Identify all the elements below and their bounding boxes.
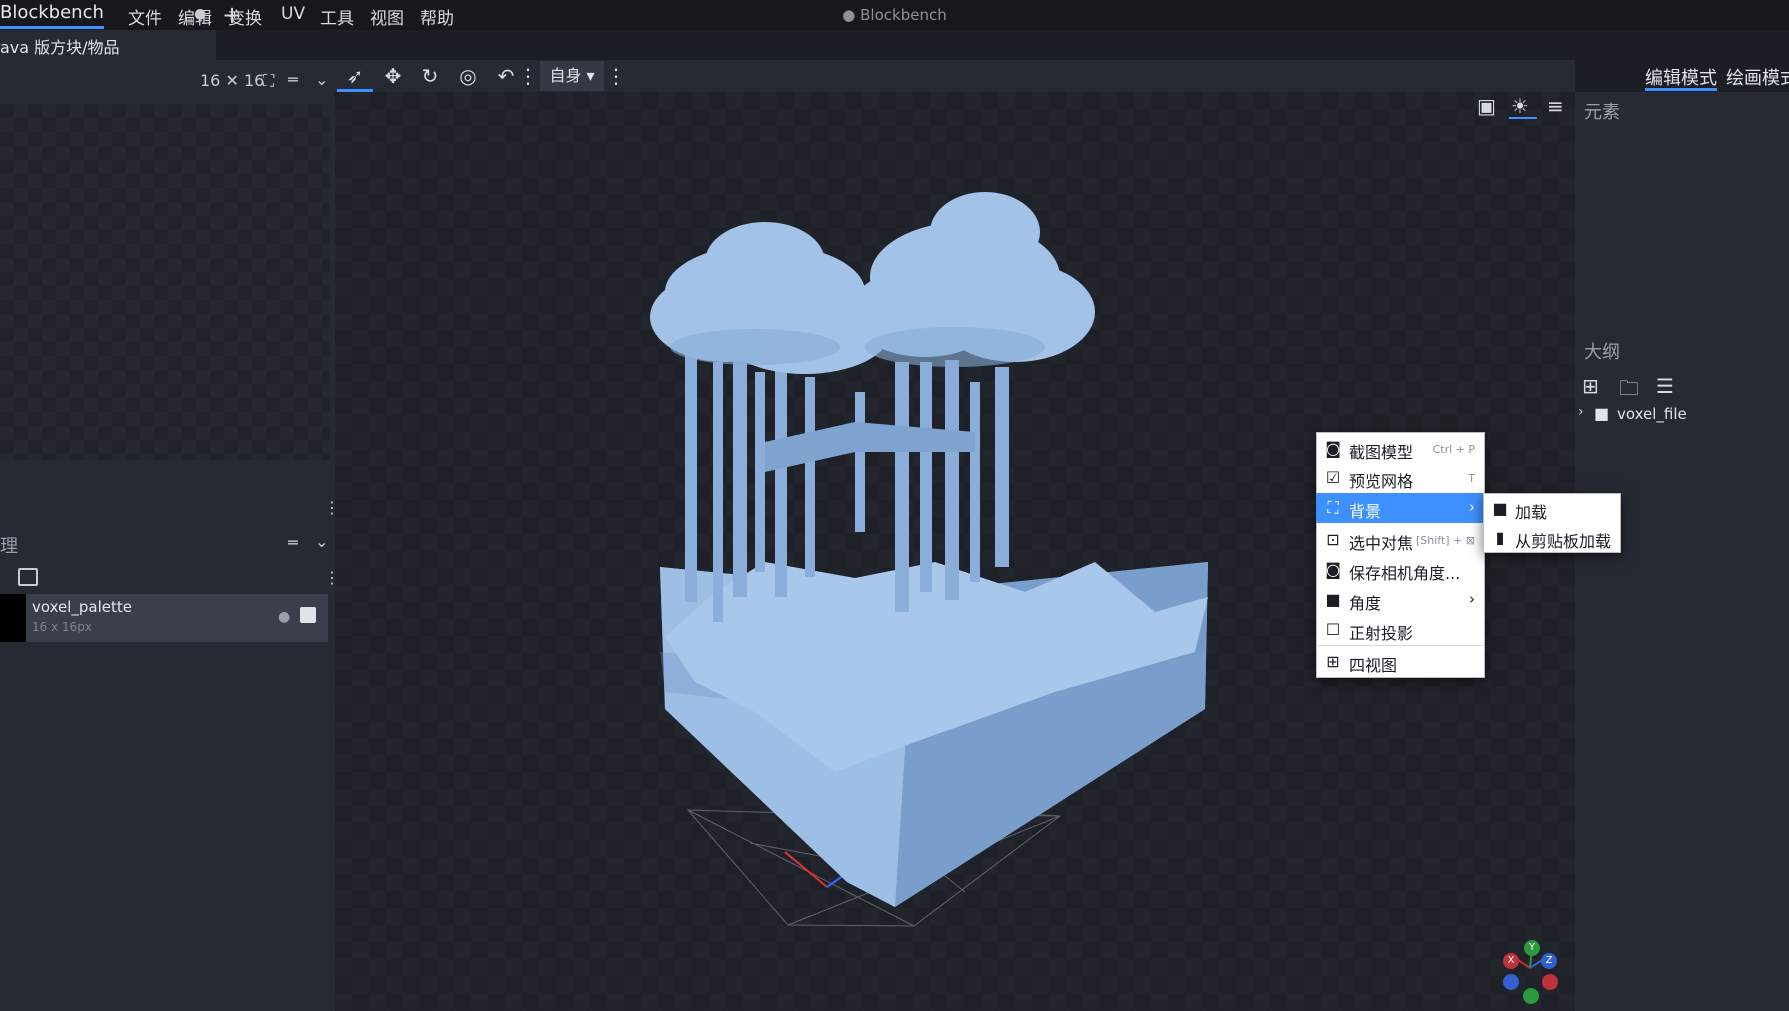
x-axis-line (784, 851, 828, 888)
gizmo-neg-z[interactable] (1503, 974, 1519, 990)
drag-handle-icon[interactable]: ═ (288, 70, 298, 89)
tab-paint-mode[interactable]: 绘画模式 (1726, 64, 1789, 90)
menu-item-background[interactable]: ⛶ 背景 › (1316, 493, 1483, 523)
menu-item-focus-selected[interactable]: ⊡ 选中对焦 [Shift] + ⊠ (1316, 525, 1483, 555)
light-mode-icon[interactable]: ☀ (1511, 94, 1529, 118)
elements-panel-title: 元素 (1584, 102, 1620, 123)
camera-icon: ◙ (1325, 439, 1341, 458)
project-tab[interactable]: ava 版方块/物品 (0, 30, 216, 60)
menu-item-screenshot[interactable]: ◙ 截图模型 Ctrl + P (1316, 434, 1483, 464)
chevron-right-icon: › (1469, 498, 1475, 516)
outliner-panel-title: 大纲 (1584, 342, 1620, 363)
tab-edit-mode[interactable]: 编辑模式 (1645, 64, 1717, 90)
texture-thumbnail (0, 594, 26, 642)
texture-size: 16 x 16px (32, 620, 92, 634)
grid-icon: ⊞ (1326, 652, 1340, 671)
outliner-item-label: voxel_file (1617, 405, 1687, 423)
gizmo-neg-y[interactable] (1523, 988, 1539, 1004)
chevron-down-icon[interactable]: ⌄ (315, 70, 328, 89)
resize-tool-icon[interactable]: ✥ (377, 62, 409, 90)
collapse-all-icon[interactable]: ☰ (1656, 374, 1674, 398)
active-mode-indicator (1645, 88, 1717, 91)
menu-item-orthographic[interactable]: ☐ 正射投影 (1316, 615, 1483, 645)
checkbox-unchecked-icon: ☐ (1325, 620, 1341, 639)
fullscreen-icon[interactable]: ⛶ (263, 71, 274, 91)
tab-unsaved-indicator[interactable]: ● (194, 6, 206, 22)
menu-item-preview-grid[interactable]: ☑ 预览网格 T (1316, 463, 1483, 493)
clipboard-icon: ▮ (1495, 528, 1505, 547)
toolbar-more-icon[interactable]: ⋮ (518, 62, 538, 90)
project-tab-label: ava 版方块/物品 (0, 38, 120, 57)
uv-panel-header (0, 60, 335, 102)
menu-item-save-camera-angle[interactable]: ◙ 保存相机角度... (1316, 555, 1483, 585)
gizmo-z-axis[interactable]: Z (1541, 953, 1557, 969)
rotate-tool-icon[interactable]: ↻ (414, 62, 446, 90)
new-tab-button[interactable]: + (222, 1, 242, 29)
gizmo-x-axis[interactable]: X (1503, 953, 1519, 969)
uv-editor-canvas[interactable] (0, 104, 330, 460)
viewport-menu-icon[interactable]: ≡ (1547, 94, 1564, 118)
gizmo-y-axis[interactable]: Y (1524, 940, 1540, 956)
drag-handle-icon[interactable]: ═ (288, 533, 298, 552)
chevron-right-icon: › (1469, 590, 1475, 608)
submenu-item-load[interactable]: ■ 加载 (1483, 494, 1619, 523)
tab-bar (0, 30, 1789, 60)
add-cube-icon[interactable]: ⊞ (1582, 374, 1599, 398)
active-indicator (1509, 117, 1537, 119)
submenu-item-load-from-clipboard[interactable]: ▮ 从剪贴板加载 (1483, 523, 1619, 552)
uv-size-label[interactable]: 16 ✕ 16 (200, 71, 264, 90)
screenshot-icon[interactable]: ▣ (1477, 94, 1496, 118)
focus-icon: ⊡ (1326, 530, 1340, 549)
menu-item-angle[interactable]: ■ 角度 › (1316, 585, 1483, 615)
move-tool-icon[interactable]: ➶ (339, 62, 371, 90)
chevron-right-icon[interactable]: › (1578, 404, 1584, 420)
toolbar-more-icon[interactable]: ⋮ (606, 62, 626, 90)
background-icon: ⛶ (1327, 498, 1339, 517)
folder-icon: ■ (1594, 404, 1610, 423)
pivot-tool-icon[interactable]: ◎ (452, 62, 484, 90)
import-texture-icon[interactable] (18, 568, 38, 586)
checkbox-checked-icon: ☑ (1325, 468, 1341, 487)
add-camera-icon: ◙ (1325, 560, 1341, 579)
particle-icon[interactable]: ● (278, 609, 290, 625)
window-title: ● Blockbench (842, 6, 947, 24)
textures-panel-title: 理 (0, 536, 18, 557)
menu-separator (1316, 645, 1483, 646)
folder-icon: ■ (1492, 499, 1508, 518)
transform-space-select[interactable]: 自身 ▾ (540, 61, 604, 91)
video-camera-icon: ■ (1325, 590, 1341, 609)
gizmo-neg-x[interactable] (1542, 974, 1558, 990)
texture-name: voxel_palette (32, 598, 133, 616)
menu-item-quad-view[interactable]: ⊞ 四视图 (1316, 647, 1483, 677)
chevron-down-icon[interactable]: ⌄ (315, 532, 328, 551)
voxel-model (650, 192, 1208, 907)
save-texture-icon[interactable] (300, 607, 316, 623)
